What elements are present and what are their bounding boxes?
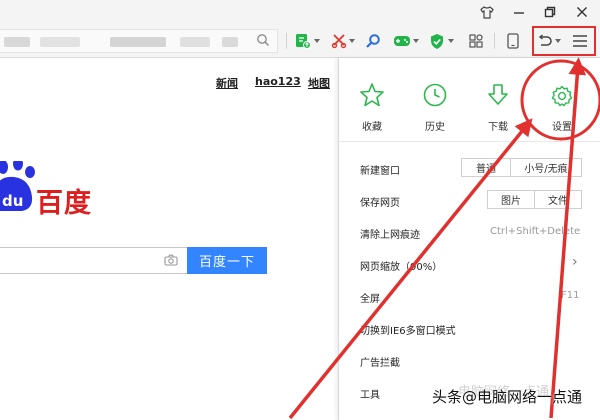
history-button[interactable]: 历史	[412, 81, 458, 133]
web-page: 新闻 hao123 地图 du 百度 百度一下	[0, 58, 338, 420]
skin-button[interactable]	[476, 2, 498, 22]
find-icon[interactable]	[364, 32, 382, 50]
toolbar-divider	[494, 33, 495, 49]
baidu-search-button[interactable]: 百度一下	[187, 247, 267, 274]
baidu-logo-text: 百度	[36, 188, 92, 219]
menu-item-new-window[interactable]: 新建窗口	[360, 162, 400, 177]
gear-icon	[550, 84, 574, 111]
menu-item-clear-traces[interactable]: 清除上网痕迹	[360, 226, 420, 241]
chevron-down-icon[interactable]	[349, 39, 355, 43]
menu-item-save-page[interactable]: 保存网页	[360, 194, 400, 209]
chevron-down-icon[interactable]	[413, 39, 419, 43]
menu-divider	[339, 141, 600, 142]
title-bar	[0, 0, 600, 24]
link-map[interactable]: 地图	[308, 75, 330, 91]
watermark-text: 头条@电脑网络一点通	[432, 388, 583, 406]
save-as-file-button[interactable]: 文件	[534, 190, 582, 209]
tshirt-icon	[480, 5, 494, 19]
new-private-window-button[interactable]: 小号/无痕	[510, 158, 582, 177]
tablet-icon[interactable]	[504, 32, 522, 50]
toolbar-divider	[286, 33, 287, 49]
link-news[interactable]: 新闻	[216, 75, 238, 91]
chevron-right-icon: ›	[572, 254, 578, 270]
fullscreen-shortcut: F11	[561, 290, 580, 301]
menu-item-ad-block[interactable]: 广告拦截	[360, 354, 400, 369]
minimize-button[interactable]	[508, 2, 530, 22]
settings-button[interactable]: 设置	[539, 81, 585, 133]
search-input[interactable]	[0, 247, 188, 274]
apps-grid-icon[interactable]	[467, 32, 485, 50]
save-as-image-button[interactable]: 图片	[487, 190, 535, 209]
clock-icon	[422, 82, 448, 111]
upload-icon[interactable]	[294, 32, 312, 50]
camera-icon[interactable]	[164, 254, 178, 269]
gamepad-icon[interactable]	[393, 32, 411, 50]
menu-item-tools[interactable]: 工具	[360, 386, 380, 401]
menu-item-fullscreen[interactable]: 全屏	[360, 290, 380, 305]
address-bar[interactable]	[0, 29, 278, 53]
new-normal-window-button[interactable]: 普通	[461, 158, 511, 177]
menu-item-zoom[interactable]: 网页缩放（90%）	[360, 258, 442, 273]
blurred-url	[4, 37, 30, 47]
browser-menu-panel: 收藏 历史 下载 设置 新建窗口 普通 小号/无痕 保存网页 图片 文件 清除上…	[338, 58, 600, 420]
blurred-url	[110, 37, 166, 47]
search-icon[interactable]	[256, 33, 270, 50]
link-hao123[interactable]: hao123	[255, 75, 301, 88]
blurred-url	[40, 37, 80, 47]
history-label: 历史	[425, 122, 445, 133]
settings-label: 设置	[552, 122, 572, 133]
baidu-paw-text: du	[2, 192, 24, 210]
chevron-down-icon[interactable]	[448, 39, 454, 43]
shield-icon[interactable]	[428, 32, 446, 50]
close-button[interactable]	[571, 2, 593, 22]
favorites-label: 收藏	[362, 122, 382, 133]
clear-traces-shortcut: Ctrl+Shift+Delete	[490, 226, 581, 237]
downloads-button[interactable]: 下载	[475, 81, 521, 133]
blurred-url	[180, 37, 210, 47]
blurred-url	[222, 37, 238, 47]
restore-icon	[544, 6, 556, 18]
restore-button[interactable]	[539, 2, 561, 22]
chevron-down-icon[interactable]	[314, 39, 320, 43]
scissors-icon[interactable]	[330, 32, 348, 50]
menu-button-highlight	[532, 26, 596, 56]
menu-item-ie6-mode[interactable]: 切换到IE6多窗口模式	[360, 322, 456, 337]
download-icon	[485, 82, 511, 111]
close-icon	[576, 6, 588, 18]
browser-toolbar	[0, 24, 600, 58]
downloads-label: 下载	[488, 122, 508, 133]
favorites-button[interactable]: 收藏	[349, 81, 395, 133]
minimize-icon	[513, 6, 525, 18]
star-icon	[359, 82, 385, 111]
